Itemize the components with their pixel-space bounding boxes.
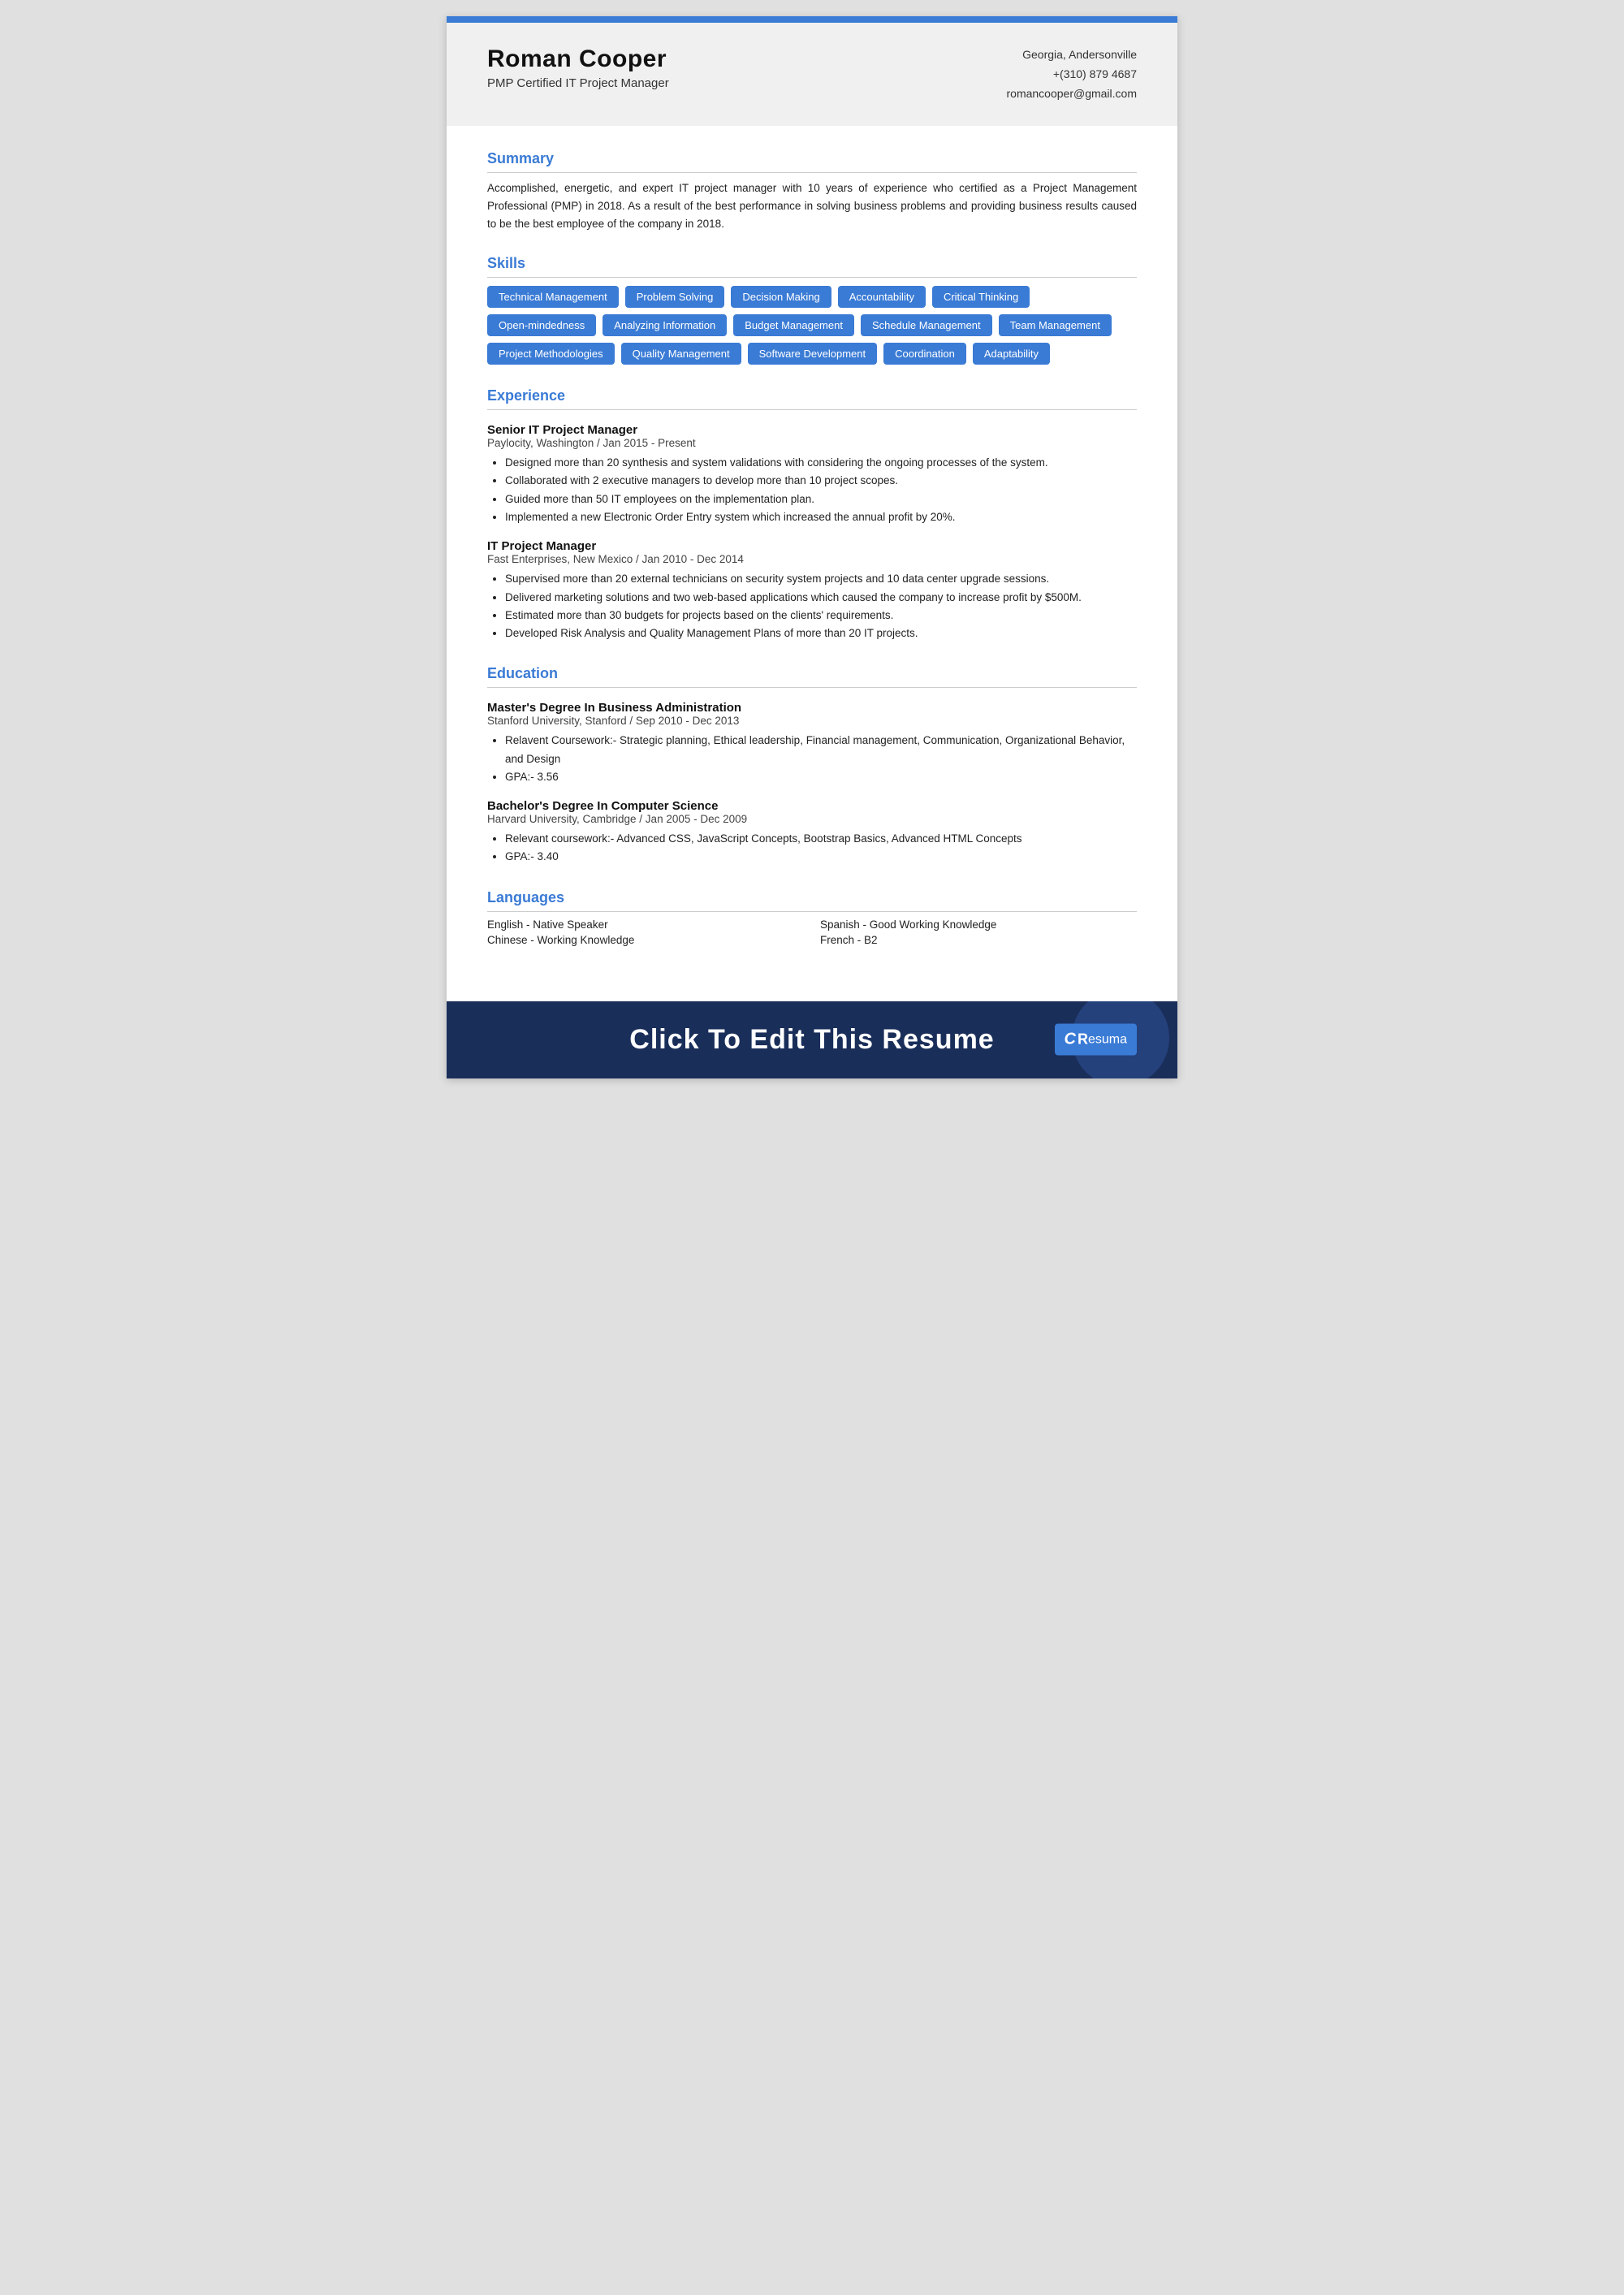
footer-cta[interactable]: Click To Edit This Resume CResuma (447, 1001, 1177, 1078)
skill-badge: Coordination (883, 343, 966, 365)
education-title: Education (487, 665, 1137, 688)
languages-title: Languages (487, 889, 1137, 912)
footer-logo: CResuma (1055, 1024, 1137, 1056)
job-meta: Fast Enterprises, New Mexico / Jan 2010 … (487, 553, 1137, 565)
candidate-email: romancooper@gmail.com (1007, 84, 1138, 104)
header-section: Roman Cooper PMP Certified IT Project Ma… (447, 23, 1177, 126)
list-item: Collaborated with 2 executive managers t… (505, 472, 1137, 490)
language-item: English - Native Speaker (487, 918, 804, 931)
resume-page: Roman Cooper PMP Certified IT Project Ma… (447, 16, 1177, 1078)
skill-badge: Analyzing Information (603, 314, 727, 336)
summary-title: Summary (487, 150, 1137, 173)
candidate-location: Georgia, Andersonville (1007, 45, 1138, 65)
degree-title: Master's Degree In Business Administrati… (487, 701, 1137, 715)
skill-badge: Schedule Management (861, 314, 992, 336)
header-right: Georgia, Andersonville +(310) 879 4687 r… (1007, 45, 1138, 103)
main-content: Summary Accomplished, energetic, and exp… (447, 126, 1177, 1001)
skill-badge: Technical Management (487, 286, 619, 308)
job-meta: Paylocity, Washington / Jan 2015 - Prese… (487, 437, 1137, 449)
summary-section: Summary Accomplished, energetic, and exp… (487, 150, 1137, 232)
skill-badge: Team Management (999, 314, 1112, 336)
degree-bullets: Relavent Coursework:- Strategic planning… (505, 732, 1137, 786)
skill-badge: Decision Making (731, 286, 831, 308)
list-item: Guided more than 50 IT employees on the … (505, 491, 1137, 508)
skill-badge: Project Methodologies (487, 343, 615, 365)
summary-text: Accomplished, energetic, and expert IT p… (487, 179, 1137, 232)
skill-badge: Critical Thinking (932, 286, 1030, 308)
list-item: Relavent Coursework:- Strategic planning… (505, 732, 1137, 768)
language-item: French - B2 (820, 934, 1137, 946)
list-item: Relevant coursework:- Advanced CSS, Java… (505, 830, 1137, 848)
skill-badge: Quality Management (621, 343, 741, 365)
candidate-title: PMP Certified IT Project Manager (487, 76, 669, 90)
list-item: Estimated more than 30 budgets for proje… (505, 607, 1137, 625)
list-item: GPA:- 3.40 (505, 848, 1137, 866)
degree-bullets: Relevant coursework:- Advanced CSS, Java… (505, 830, 1137, 867)
experience-title: Experience (487, 387, 1137, 410)
language-item: Chinese - Working Knowledge (487, 934, 804, 946)
skills-title: Skills (487, 255, 1137, 278)
experience-section: Experience Senior IT Project ManagerPayl… (487, 387, 1137, 642)
list-item: Supervised more than 20 external technic… (505, 570, 1137, 588)
job-title: IT Project Manager (487, 539, 1137, 553)
job-bullets: Designed more than 20 synthesis and syst… (505, 454, 1137, 526)
education-container: Master's Degree In Business Administrati… (487, 701, 1137, 866)
languages-section: Languages English - Native Speaker Spanis… (487, 889, 1137, 946)
language-item: Spanish - Good Working Knowledge (820, 918, 1137, 931)
candidate-name: Roman Cooper (487, 45, 669, 73)
header-left: Roman Cooper PMP Certified IT Project Ma… (487, 45, 669, 90)
candidate-phone: +(310) 879 4687 (1007, 65, 1138, 84)
cta-text: Click To Edit This Resume (629, 1024, 994, 1056)
skill-badge: Open-mindedness (487, 314, 596, 336)
skill-badge: Adaptability (973, 343, 1050, 365)
education-section: Education Master's Degree In Business Ad… (487, 665, 1137, 866)
skill-badge: Software Development (748, 343, 878, 365)
degree-meta: Stanford University, Stanford / Sep 2010… (487, 715, 1137, 727)
degree-meta: Harvard University, Cambridge / Jan 2005… (487, 813, 1137, 825)
skill-badge: Budget Management (733, 314, 854, 336)
skill-badge: Accountability (838, 286, 926, 308)
top-accent-bar (447, 16, 1177, 23)
degree-title: Bachelor's Degree In Computer Science (487, 799, 1137, 813)
languages-grid: English - Native Speaker Spanish - Good W… (487, 918, 1137, 946)
skill-badge: Problem Solving (625, 286, 725, 308)
job-title: Senior IT Project Manager (487, 423, 1137, 437)
skills-section: Skills Technical Management Problem Solvi… (487, 255, 1137, 365)
list-item: Delivered marketing solutions and two we… (505, 589, 1137, 607)
list-item: Implemented a new Electronic Order Entry… (505, 508, 1137, 526)
list-item: Designed more than 20 synthesis and syst… (505, 454, 1137, 472)
list-item: GPA:- 3.56 (505, 768, 1137, 786)
job-bullets: Supervised more than 20 external technic… (505, 570, 1137, 642)
skills-container: Technical Management Problem Solving Decis… (487, 286, 1137, 365)
list-item: Developed Risk Analysis and Quality Mana… (505, 625, 1137, 642)
experience-container: Senior IT Project ManagerPaylocity, Wash… (487, 423, 1137, 642)
